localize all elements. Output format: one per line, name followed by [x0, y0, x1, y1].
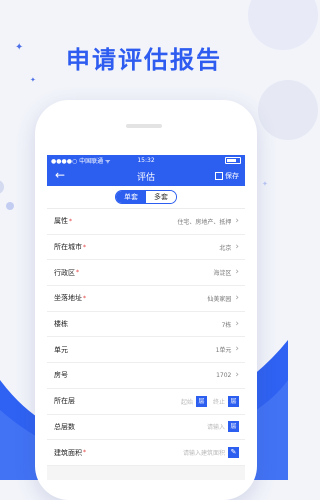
row-value: 1702	[216, 371, 232, 379]
row-building[interactable]: 楼栋 7栋 ›	[47, 312, 245, 338]
chevron-right-icon: ›	[235, 344, 239, 355]
nav-bar: ← 评估 保存	[47, 166, 245, 186]
save-icon	[215, 172, 223, 180]
chevron-right-icon: ›	[235, 292, 239, 303]
required-mark: *	[69, 217, 72, 225]
decor-dot	[6, 202, 14, 210]
chevron-right-icon: ›	[235, 267, 239, 278]
page-headline: 申请评估报告	[66, 46, 222, 74]
clock: 15:32	[137, 157, 155, 164]
row-label: 行政区	[54, 268, 75, 277]
row-label: 单元	[54, 345, 68, 354]
phone-speaker	[126, 124, 162, 128]
floor-to-input[interactable]: 终止	[213, 397, 225, 406]
floor-from-input[interactable]: 起始	[181, 397, 193, 406]
floor-unit-badge: 层	[228, 395, 239, 407]
save-button[interactable]: 保存	[215, 171, 239, 181]
sparkle-icon: ✦	[262, 180, 268, 188]
row-label: 总层数	[54, 422, 75, 431]
row-floor: 所在层 起始 层 终止 层	[47, 389, 245, 415]
row-value: 海淀区	[213, 270, 232, 278]
floor-unit-badge: 层	[228, 421, 239, 433]
row-label: 所在城市	[54, 243, 82, 252]
decor-circle	[258, 80, 318, 140]
chevron-right-icon: ›	[235, 241, 239, 252]
row-label: 建筑面积	[54, 448, 82, 457]
floor-unit-badge: 层	[195, 395, 207, 407]
required-mark: *	[83, 449, 86, 457]
row-unit[interactable]: 单元 1单元 ›	[47, 337, 245, 364]
row-city[interactable]: 所在城市 * 北京 ›	[47, 235, 245, 261]
required-mark: *	[76, 269, 79, 277]
segment-control: 单套 多套	[47, 186, 245, 209]
row-district[interactable]: 行政区 * 海淀区 ›	[47, 260, 245, 287]
row-value: 7栋	[221, 321, 232, 329]
row-label: 所在层	[54, 397, 75, 406]
chevron-right-icon: ›	[235, 318, 239, 329]
form-list: 属性 * 住宅、房地产、抵押 › 所在城市 * 北京 › 行政区 * 海淀区 › 坐落…	[47, 209, 245, 466]
row-label: 房号	[54, 371, 68, 380]
chevron-right-icon: ›	[235, 369, 239, 380]
area-input[interactable]: 请输入建筑面积	[183, 448, 225, 457]
required-mark: *	[83, 294, 86, 302]
row-label: 坐落地址	[54, 294, 82, 303]
segment-multiple[interactable]: 多套	[146, 191, 176, 203]
edit-icon[interactable]: ✎	[228, 447, 239, 459]
row-value: 仙美家园	[207, 295, 232, 303]
row-total-floors: 总层数 请输入 层	[47, 415, 245, 441]
row-address[interactable]: 坐落地址 * 仙美家园 ›	[47, 286, 245, 312]
battery-icon	[225, 157, 241, 164]
required-mark: *	[83, 243, 86, 251]
total-floors-input[interactable]: 请输入	[207, 422, 225, 431]
status-bar: ●●●●○ 中国联通 ᯤ 15:32	[47, 155, 245, 166]
row-room[interactable]: 房号 1702 ›	[47, 363, 245, 389]
row-label: 楼栋	[54, 320, 68, 329]
chevron-right-icon: ›	[235, 215, 239, 226]
save-label: 保存	[225, 172, 239, 180]
row-value: 1单元	[215, 347, 232, 355]
row-value: 住宅、房地产、抵押	[177, 218, 232, 226]
row-value: 北京	[219, 244, 232, 252]
sparkle-icon: ✦	[30, 76, 36, 84]
app-screen: ●●●●○ 中国联通 ᯤ 15:32 ← 评估 保存 单套 多套 属性 * 住宅、…	[47, 155, 245, 480]
segment-single[interactable]: 单套	[116, 191, 146, 203]
row-area: 建筑面积 * 请输入建筑面积 ✎	[47, 440, 245, 466]
decor-dot	[0, 180, 4, 194]
row-property[interactable]: 属性 * 住宅、房地产、抵押 ›	[47, 209, 245, 235]
row-label: 属性	[54, 217, 68, 226]
